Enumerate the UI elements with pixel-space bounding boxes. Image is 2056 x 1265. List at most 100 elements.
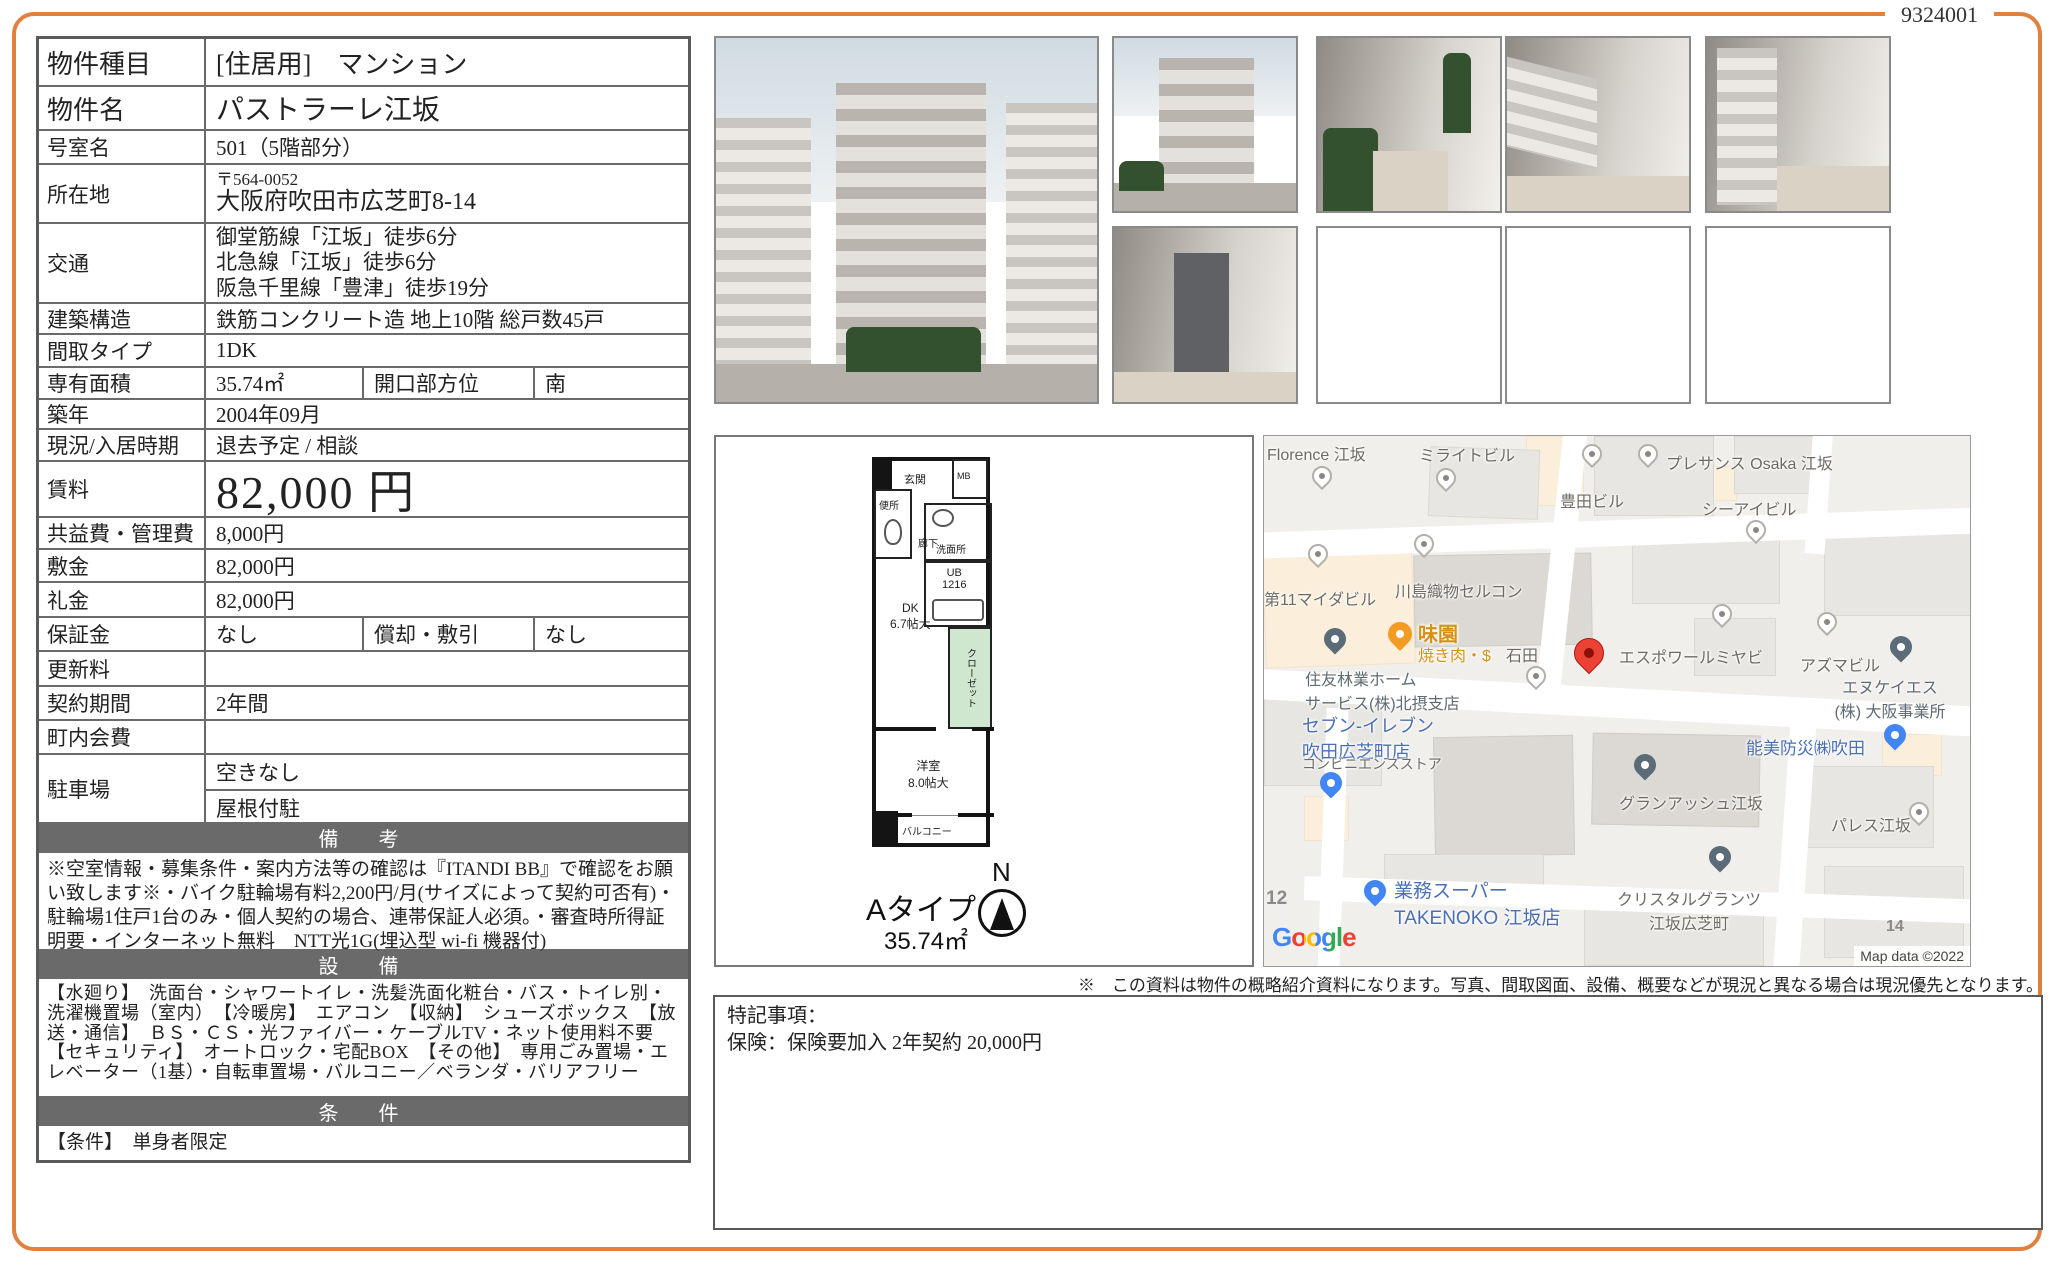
conditions-header: 条 件 [39,1096,688,1124]
row-label: 専有面積 [39,368,206,398]
route-marker-14: 14 [1886,918,1904,936]
conditions-text: 【条件】 単身者限定 [39,1124,688,1160]
table-row-parking: 駐車場 空きなし 屋根付駐 [39,753,688,822]
photo-corridor [1705,36,1891,213]
parking-values: 空きなし 屋根付駐 [206,755,688,822]
room-washroom: 洗面所 [924,503,992,561]
photo-decoration [1114,372,1296,402]
photo-decoration [1443,53,1471,133]
room-closet: クローゼット [948,627,992,729]
row-label: 保証金 [39,618,206,650]
photo-decoration [1174,253,1229,373]
row-value: 1DK [206,335,688,366]
floorplan-wall [876,461,892,491]
property-table: 物件種目 [住居用] マンション 物件名 パストラーレ江坂 号室名 501（5階… [36,36,691,1163]
label-entrance: 玄関 [904,471,926,487]
row-label: 敷金 [39,550,206,581]
table-row-address: 所在地 〒564-0052 大阪府吹田市広芝町8-14 [39,163,688,222]
map-label: コンビニエンスストア [1302,754,1442,774]
business-pin[interactable] [1885,631,1916,662]
photo-decoration [1373,151,1448,211]
row-label: 礼金 [39,583,206,616]
row-value: 501（5階部分） [206,131,688,163]
table-row-guarantee: 保証金 なし 償却・敷引 なし [39,616,688,650]
map-attribution: Map data ©2022 [1854,946,1970,966]
parking-availability: 空きなし [206,755,688,789]
photo-elevator-hall [1112,226,1298,404]
document-number: 9324001 [1885,2,1994,28]
table-row-name: 物件名 パストラーレ江坂 [39,85,688,129]
floorplan-wall [972,727,994,731]
row-label: 町内会費 [39,721,206,753]
map-label: 第11マイダビル [1264,586,1376,610]
map-label: プレサンス Osaka 江坂 [1666,450,1833,474]
map-label: クリスタルグランツ 江坂広芝町 [1604,886,1774,934]
row-label: 号室名 [39,131,206,163]
row-label: 物件種目 [39,39,206,85]
map-label: 住友林業ホーム サービス(株)北摂支店 [1305,666,1460,714]
special-notes-title: 特記事項： [727,1003,2029,1030]
table-row-key-money: 礼金 82,000円 [39,581,688,616]
row-value: なし [206,618,362,650]
sink-fixture [932,509,954,527]
postal-code: 〒564-0052 [216,171,298,189]
row-value: 82,000円 [206,583,688,616]
google-map[interactable]: Florence 江坂 ミライトビル 豊田ビル プレサンス Osaka 江坂 シ… [1263,435,1971,967]
room-meter-box: MB [952,459,988,499]
floorplan-drawing: 玄関 MB 便所 廊下 洗面所 UB 1216 クローゼット DK 6.7帖大 … [872,457,990,847]
row-value-2: なし [535,618,688,650]
table-row-access: 交通 御堂筋線「江坂」徒歩6分 北急線「江坂」徒歩6分 阪急千里線「豊津」徒歩1… [39,222,688,302]
floorplan-wall [958,813,994,817]
equipment-text: 【水廻り】 洗面台・シャワートイレ・洗髪洗面化粧台・バス・トイレ別・洗濯機置場（… [39,977,688,1096]
row-value: 〒564-0052 大阪府吹田市広芝町8-14 [206,165,688,222]
table-row-renewal: 更新料 [39,650,688,685]
address-line: 大阪府吹田市広芝町8-14 [216,189,476,217]
map-label: ミライトビル [1419,442,1515,466]
photo-decoration [1159,58,1254,188]
label-meter-box: MB [957,471,971,481]
row-label: 共益費・管理費 [39,518,206,548]
row-label: 築年 [39,400,206,428]
parking-type: 屋根付駐 [206,789,688,825]
photo-placeholder-empty [1705,226,1891,404]
google-logo: Google [1272,922,1356,953]
photo-decoration [1507,176,1689,211]
map-label: エスポワールミヤビ [1619,644,1763,668]
photo-decoration [846,327,981,372]
row-value: 鉄筋コンクリート造 地上10階 総戸数45戸 [206,304,688,333]
photo-bicycle-parking [1505,36,1691,213]
row-label: 物件名 [39,87,206,129]
compass-n-label: N [992,857,1011,888]
photo-exterior-street [1112,36,1298,213]
photo-decoration [716,118,811,368]
map-pin-gray[interactable] [1308,462,1336,490]
row-value: 82,000円 [206,550,688,581]
row-label: 現況/入居時期 [39,430,206,460]
row-value [206,721,688,753]
table-row-rent: 賃料 82,000 円 [39,460,688,516]
table-row-term: 契約期間 2年間 [39,685,688,719]
room-toilet: 便所 [874,489,912,559]
building-pin[interactable] [1704,841,1735,872]
photo-decoration [1119,161,1164,191]
special-notes-box: 特記事項： 保険：保険要加入 2年契約 20,000円 [713,995,2043,1230]
row-value: 御堂筋線「江坂」徒歩6分 北急線「江坂」徒歩6分 阪急千里線「豊津」徒歩19分 [206,224,688,302]
remarks-header: 備 考 [39,822,688,851]
floorplan-wall [876,811,898,843]
map-label: 焼き肉・$ [1418,642,1491,666]
row-label: 賃料 [39,462,206,516]
row-label-2: 償却・敷引 [362,618,535,650]
compass-icon [978,889,1026,937]
photo-placeholder-empty [1505,226,1691,404]
map-label: パレス江坂 [1831,812,1911,836]
window-line [912,815,958,816]
map-label: アズマビル [1800,652,1880,676]
row-label: 契約期間 [39,687,206,719]
floorplan-area-label: 35.74㎡ [884,921,968,956]
label-bath: UB 1216 [942,567,966,591]
table-row-category: 物件種目 [住居用] マンション [39,39,688,85]
row-value: [住居用] マンション [206,39,688,85]
map-label: 川島織物セルコン [1395,578,1523,602]
table-row-built: 築年 2004年09月 [39,398,688,428]
table-row-deposit: 敷金 82,000円 [39,548,688,581]
